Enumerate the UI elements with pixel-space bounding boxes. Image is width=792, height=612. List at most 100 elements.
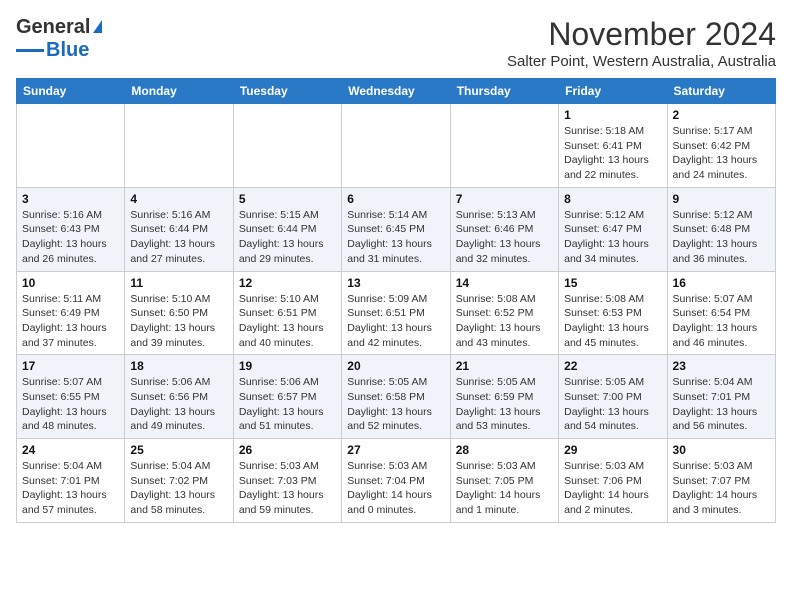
day-number: 28 [456,443,553,457]
day-info: Sunrise: 5:06 AM Sunset: 6:56 PM Dayligh… [130,375,227,434]
weekday-header-thursday: Thursday [450,79,558,104]
day-number: 2 [673,108,770,122]
day-cell: 19Sunrise: 5:06 AM Sunset: 6:57 PM Dayli… [233,355,341,439]
day-cell: 20Sunrise: 5:05 AM Sunset: 6:58 PM Dayli… [342,355,450,439]
day-info: Sunrise: 5:03 AM Sunset: 7:04 PM Dayligh… [347,459,444,518]
day-number: 21 [456,359,553,373]
header: General Blue November 2024 Salter Point,… [16,16,776,70]
week-row-3: 10Sunrise: 5:11 AM Sunset: 6:49 PM Dayli… [17,271,776,355]
week-row-5: 24 Sunrise: 5:04 AM Sunset: 7:01 PM Dayli… [17,439,776,523]
day-number: 8 [564,192,661,206]
weekday-header-sunday: Sunday [17,79,125,104]
day-info: Sunrise: 5:10 AM Sunset: 6:51 PM Dayligh… [239,292,336,351]
logo: General Blue [16,16,102,62]
day-info: Sunrise: 5:04 AM Sunset: 7:01 PM Dayligh… [22,459,119,518]
weekday-header-saturday: Saturday [667,79,775,104]
day-number: 1 [564,108,661,122]
day-cell: 10Sunrise: 5:11 AM Sunset: 6:49 PM Dayli… [17,271,125,355]
day-cell: 2 Sunrise: 5:17 AM Sunset: 6:42 PM Daylig… [667,104,775,188]
day-number: 25 [130,443,227,457]
day-number: 12 [239,276,336,290]
logo-triangle-icon [93,20,102,33]
day-info: Sunrise: 5:09 AM Sunset: 6:51 PM Dayligh… [347,292,444,351]
day-number: 11 [130,276,227,290]
day-number: 19 [239,359,336,373]
subtitle: Salter Point, Western Australia, Austral… [507,53,776,70]
day-cell: 23Sunrise: 5:04 AM Sunset: 7:01 PM Dayli… [667,355,775,439]
day-number: 27 [347,443,444,457]
day-cell: 16 Sunrise: 5:07 AM Sunset: 6:54 PM Dayli… [667,271,775,355]
day-number: 4 [130,192,227,206]
day-number: 30 [673,443,770,457]
day-number: 16 [673,276,770,290]
day-number: 3 [22,192,119,206]
day-info: Sunrise: 5:16 AM Sunset: 6:44 PM Dayligh… [130,208,227,267]
day-number: 22 [564,359,661,373]
day-cell: 13Sunrise: 5:09 AM Sunset: 6:51 PM Dayli… [342,271,450,355]
day-cell: 8 Sunrise: 5:12 AM Sunset: 6:47 PM Daylig… [559,187,667,271]
logo-general: General [16,16,90,39]
day-cell: 11Sunrise: 5:10 AM Sunset: 6:50 PM Dayli… [125,271,233,355]
week-row-4: 17 Sunrise: 5:07 AM Sunset: 6:55 PM Dayli… [17,355,776,439]
day-info: Sunrise: 5:08 AM Sunset: 6:53 PM Dayligh… [564,292,661,351]
day-info: Sunrise: 5:05 AM Sunset: 6:59 PM Dayligh… [456,375,553,434]
day-info: Sunrise: 5:07 AM Sunset: 6:55 PM Dayligh… [22,375,119,434]
day-cell: 17 Sunrise: 5:07 AM Sunset: 6:55 PM Dayli… [17,355,125,439]
day-number: 9 [673,192,770,206]
day-cell: 6 Sunrise: 5:14 AM Sunset: 6:45 PM Daylig… [342,187,450,271]
day-info: Sunrise: 5:04 AM Sunset: 7:02 PM Dayligh… [130,459,227,518]
month-title: November 2024 [507,16,776,53]
day-number: 7 [456,192,553,206]
day-cell: 21 Sunrise: 5:05 AM Sunset: 6:59 PM Dayli… [450,355,558,439]
day-cell: 9Sunrise: 5:12 AM Sunset: 6:48 PM Daylig… [667,187,775,271]
day-info: Sunrise: 5:03 AM Sunset: 7:05 PM Dayligh… [456,459,553,518]
day-info: Sunrise: 5:04 AM Sunset: 7:01 PM Dayligh… [673,375,770,434]
day-number: 6 [347,192,444,206]
day-info: Sunrise: 5:05 AM Sunset: 7:00 PM Dayligh… [564,375,661,434]
day-info: Sunrise: 5:17 AM Sunset: 6:42 PM Dayligh… [673,124,770,183]
day-cell: 25 Sunrise: 5:04 AM Sunset: 7:02 PM Dayli… [125,439,233,523]
calendar: SundayMondayTuesdayWednesdayThursdayFrid… [16,78,776,523]
title-area: November 2024 Salter Point, Western Aust… [507,16,776,70]
day-info: Sunrise: 5:05 AM Sunset: 6:58 PM Dayligh… [347,375,444,434]
day-info: Sunrise: 5:15 AM Sunset: 6:44 PM Dayligh… [239,208,336,267]
day-info: Sunrise: 5:16 AM Sunset: 6:43 PM Dayligh… [22,208,119,267]
weekday-header-wednesday: Wednesday [342,79,450,104]
day-info: Sunrise: 5:07 AM Sunset: 6:54 PM Dayligh… [673,292,770,351]
day-info: Sunrise: 5:03 AM Sunset: 7:06 PM Dayligh… [564,459,661,518]
day-cell: 22 Sunrise: 5:05 AM Sunset: 7:00 PM Dayli… [559,355,667,439]
day-cell [342,104,450,188]
day-cell: 1 Sunrise: 5:18 AM Sunset: 6:41 PM Daylig… [559,104,667,188]
day-info: Sunrise: 5:03 AM Sunset: 7:07 PM Dayligh… [673,459,770,518]
day-info: Sunrise: 5:14 AM Sunset: 6:45 PM Dayligh… [347,208,444,267]
weekday-header-friday: Friday [559,79,667,104]
day-info: Sunrise: 5:03 AM Sunset: 7:03 PM Dayligh… [239,459,336,518]
day-cell [17,104,125,188]
logo-line [16,49,44,52]
weekday-header-row: SundayMondayTuesdayWednesdayThursdayFrid… [17,79,776,104]
day-number: 17 [22,359,119,373]
day-cell: 7 Sunrise: 5:13 AM Sunset: 6:46 PM Daylig… [450,187,558,271]
day-number: 14 [456,276,553,290]
day-number: 15 [564,276,661,290]
day-info: Sunrise: 5:13 AM Sunset: 6:46 PM Dayligh… [456,208,553,267]
day-cell: 24 Sunrise: 5:04 AM Sunset: 7:01 PM Dayli… [17,439,125,523]
day-cell: 18Sunrise: 5:06 AM Sunset: 6:56 PM Dayli… [125,355,233,439]
day-number: 26 [239,443,336,457]
day-cell: 4 Sunrise: 5:16 AM Sunset: 6:44 PM Daylig… [125,187,233,271]
day-cell: 27 Sunrise: 5:03 AM Sunset: 7:04 PM Dayli… [342,439,450,523]
day-cell: 30 Sunrise: 5:03 AM Sunset: 7:07 PM Dayli… [667,439,775,523]
day-cell [125,104,233,188]
day-number: 24 [22,443,119,457]
day-cell: 3 Sunrise: 5:16 AM Sunset: 6:43 PM Daylig… [17,187,125,271]
day-cell [233,104,341,188]
day-cell: 29Sunrise: 5:03 AM Sunset: 7:06 PM Dayli… [559,439,667,523]
day-cell [450,104,558,188]
day-cell: 5 Sunrise: 5:15 AM Sunset: 6:44 PM Daylig… [233,187,341,271]
weekday-header-tuesday: Tuesday [233,79,341,104]
day-info: Sunrise: 5:12 AM Sunset: 6:47 PM Dayligh… [564,208,661,267]
week-row-2: 3 Sunrise: 5:16 AM Sunset: 6:43 PM Daylig… [17,187,776,271]
day-info: Sunrise: 5:11 AM Sunset: 6:49 PM Dayligh… [22,292,119,351]
day-number: 5 [239,192,336,206]
day-info: Sunrise: 5:18 AM Sunset: 6:41 PM Dayligh… [564,124,661,183]
